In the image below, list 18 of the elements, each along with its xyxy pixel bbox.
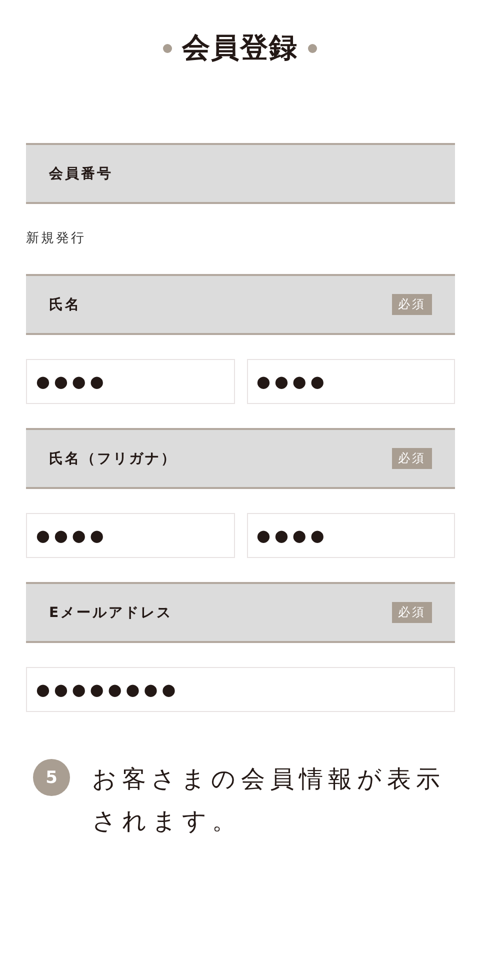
section-label: 氏名（フリガナ） [49, 450, 177, 468]
input-field[interactable]: ●●●●●●●● [26, 667, 455, 712]
dot-icon [308, 44, 317, 52]
dot-icon [163, 44, 172, 52]
step-number: 5 [33, 759, 70, 796]
required-badge: 必須 [392, 294, 432, 315]
page-title: 会員登録 [182, 30, 298, 66]
member-number-value: 新規発行 [26, 230, 87, 248]
input-field[interactable]: ●●●● [246, 359, 455, 404]
input-field[interactable]: ●●●● [26, 513, 234, 558]
required-badge: 必須 [392, 448, 432, 469]
input-field[interactable]: ●●●● [26, 359, 234, 404]
section-label: Eメールアドレス [49, 604, 173, 622]
input-field[interactable]: ●●●● [246, 513, 455, 558]
step-description: お客さまの会員情報が表示されます。 [92, 764, 446, 837]
section-label: 氏名 [49, 296, 81, 314]
section-label: 会員番号 [49, 164, 113, 182]
required-badge: 必須 [392, 602, 432, 623]
